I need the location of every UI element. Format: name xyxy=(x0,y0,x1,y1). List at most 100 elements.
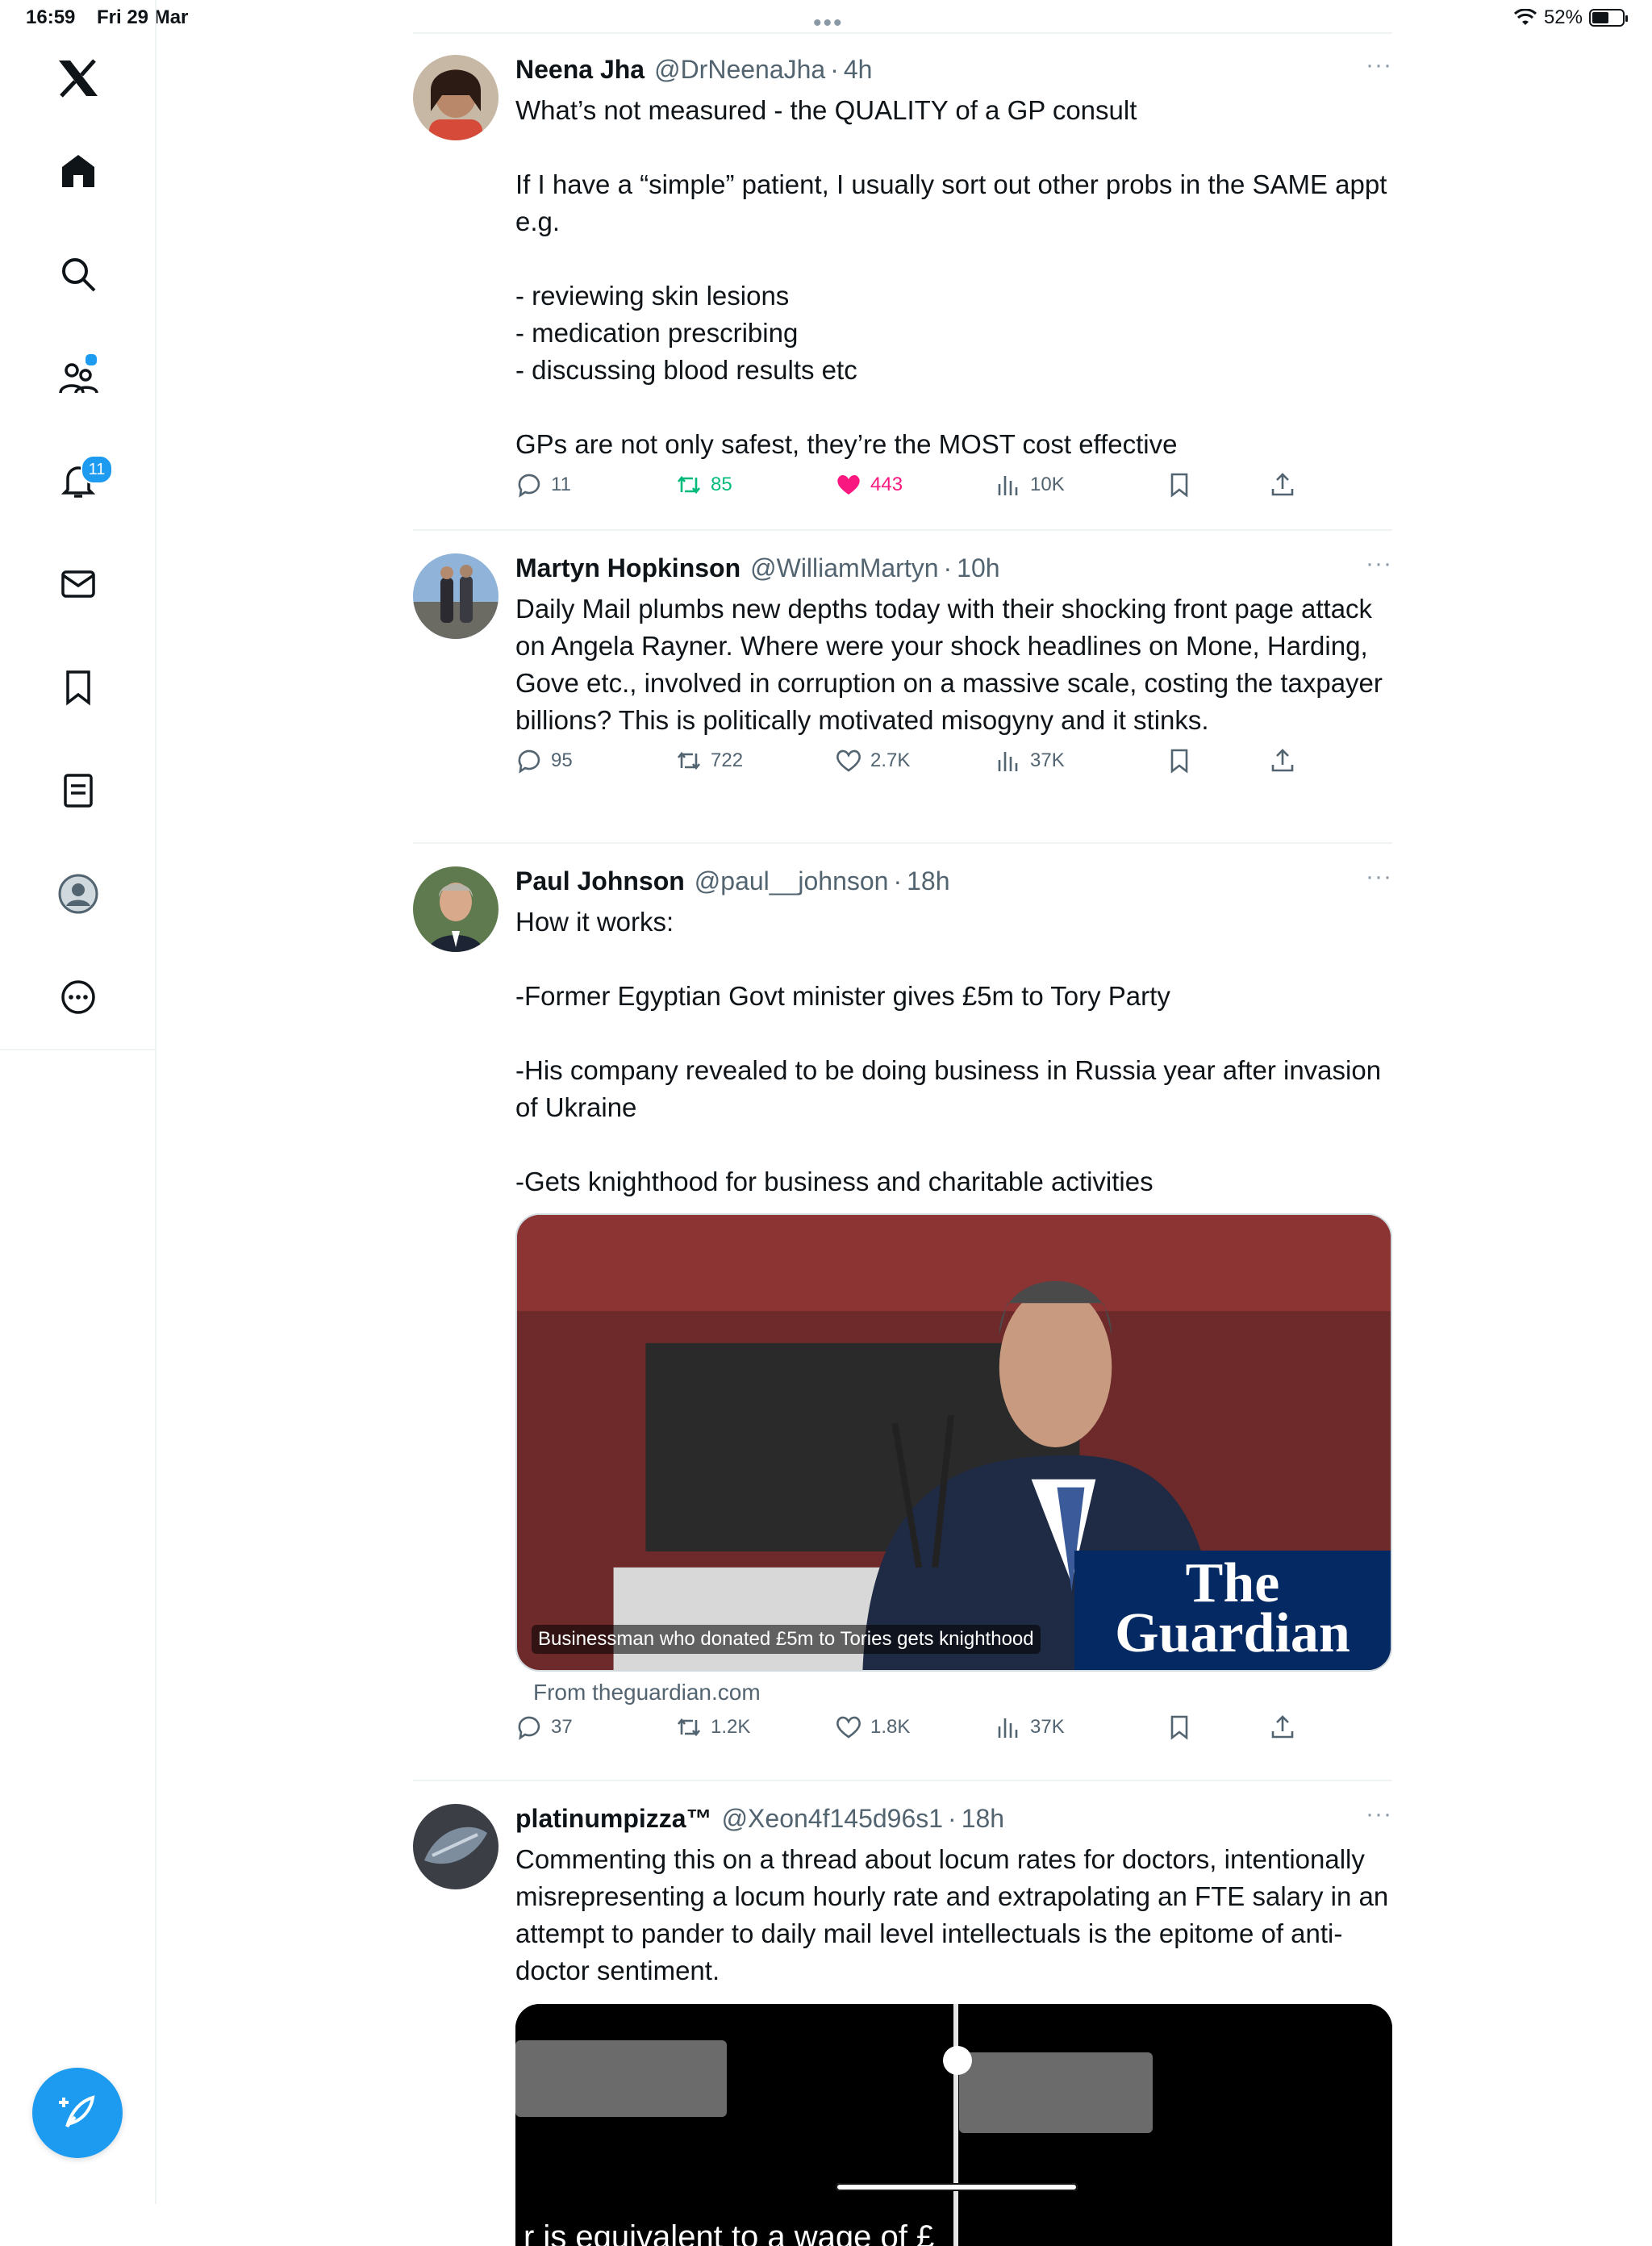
guardian-logo: The Guardian xyxy=(1074,1551,1391,1670)
communities-icon[interactable] xyxy=(46,345,111,410)
communities-dot-badge xyxy=(84,353,98,367)
notifications-badge: 11 xyxy=(81,455,113,484)
retweet-button[interactable]: 85 xyxy=(675,471,732,499)
bookmark-button[interactable] xyxy=(1166,747,1193,774)
feed-divider xyxy=(413,32,1392,34)
tweet-text: What’s not measured - the QUALITY of a G… xyxy=(515,95,1387,459)
logo-line-2: Guardian xyxy=(1115,1602,1350,1664)
retweet-icon xyxy=(677,1718,701,1737)
reply-count: 37 xyxy=(551,1716,573,1738)
card-source[interactable]: From theguardian.com xyxy=(533,1680,1392,1705)
tweet-actions: 95 722 2.7K 37K xyxy=(515,747,1392,783)
mail-icon[interactable] xyxy=(46,552,111,616)
like-button[interactable]: 2.7K xyxy=(835,747,910,774)
author-name[interactable]: platinumpizza™ xyxy=(515,1804,712,1834)
media-image xyxy=(515,2004,1392,2246)
view-count: 10K xyxy=(1030,474,1065,495)
tweet-content: Paul Johnson @paul__johnson · 18h ··· Ho… xyxy=(515,863,1392,1749)
view-count: 37K xyxy=(1030,1716,1065,1738)
home-indicator[interactable] xyxy=(836,2183,1078,2191)
tweet-header: platinumpizza™ @Xeon4f145d96s1 · 18h xyxy=(515,1804,1392,1839)
share-button[interactable] xyxy=(1269,747,1296,774)
tweet-content: platinumpizza™ @Xeon4f145d96s1 · 18h ···… xyxy=(515,1801,1396,2246)
share-icon xyxy=(1271,473,1294,496)
retweet-count: 722 xyxy=(711,749,744,771)
tweet-time[interactable]: 18h xyxy=(962,1804,1004,1834)
sidebar-divider xyxy=(0,1049,155,1050)
feed-divider xyxy=(413,529,1392,531)
bookmark-button[interactable] xyxy=(1166,1714,1193,1741)
home-icon[interactable] xyxy=(46,139,111,203)
author-name[interactable]: Martyn Hopkinson xyxy=(515,553,740,583)
more-options-icon[interactable]: ··· xyxy=(1366,52,1392,79)
list-icon[interactable] xyxy=(46,758,111,823)
tweet-media[interactable]: r is equivalent to a wage of £ xyxy=(515,2004,1392,2246)
reply-button[interactable]: 11 xyxy=(515,471,571,499)
avatar-icon[interactable] xyxy=(46,862,111,926)
share-button[interactable] xyxy=(1269,1714,1296,1741)
separator-dot: · xyxy=(948,1804,957,1833)
tweet-header: Paul Johnson @paul__johnson · 18h xyxy=(515,866,1392,902)
retweet-icon xyxy=(677,475,701,495)
author-handle[interactable]: @DrNeenaJha xyxy=(654,55,825,85)
tweet-avatar[interactable] xyxy=(413,553,499,639)
timeline-feed: Neena Jha @DrNeenaJha · 4h ··· What’s no… xyxy=(413,0,1392,2246)
author-handle[interactable]: @Xeon4f145d96s1 xyxy=(722,1804,943,1834)
reply-button[interactable]: 37 xyxy=(515,1714,573,1741)
tweet-text: How it works: -Former Egyptian Govt mini… xyxy=(515,907,1382,1196)
compose-button[interactable] xyxy=(32,2068,123,2158)
card-caption: Businessman who donated £5m to Tories ge… xyxy=(532,1625,1041,1654)
views-icon xyxy=(998,476,1018,495)
separator-dot: · xyxy=(893,866,903,895)
author-name[interactable]: Paul Johnson xyxy=(515,866,685,896)
more-circle-icon[interactable] xyxy=(46,965,111,1029)
heart-icon xyxy=(836,1716,861,1739)
retweet-count: 85 xyxy=(711,474,732,495)
like-count: 443 xyxy=(870,474,903,495)
author-handle[interactable]: @paul__johnson xyxy=(695,866,889,896)
more-options-icon[interactable]: ··· xyxy=(1366,863,1392,891)
search-icon[interactable] xyxy=(46,242,111,307)
tweet-content: Martyn Hopkinson @WilliamMartyn · 10h ··… xyxy=(515,550,1392,783)
views-button[interactable]: 10K xyxy=(995,471,1065,499)
more-options-icon[interactable]: ··· xyxy=(1366,1801,1392,1828)
tweet-actions: 11 85 443 10K xyxy=(515,471,1392,507)
tweet-time[interactable]: 18h xyxy=(907,866,949,896)
tweet-time[interactable]: 4h xyxy=(844,55,873,85)
tweet-content: Neena Jha @DrNeenaJha · 4h ··· What’s no… xyxy=(515,52,1392,507)
reply-icon xyxy=(518,1716,540,1740)
tweet-header: Neena Jha @DrNeenaJha · 4h xyxy=(515,55,1392,90)
tweet-avatar[interactable] xyxy=(413,866,499,952)
heart-filled-icon xyxy=(837,474,860,495)
battery-percent: 52% xyxy=(1543,6,1583,28)
bookmark-icon xyxy=(1170,749,1188,774)
views-button[interactable]: 37K xyxy=(995,1714,1065,1741)
share-button[interactable] xyxy=(1269,471,1296,499)
bookmark-button[interactable] xyxy=(1166,471,1193,499)
feed-divider xyxy=(413,842,1392,844)
views-button[interactable]: 37K xyxy=(995,747,1065,774)
tweet-time[interactable]: 10h xyxy=(957,553,999,583)
retweet-button[interactable]: 1.2K xyxy=(675,1714,750,1741)
tweet-avatar[interactable] xyxy=(413,55,499,140)
like-count: 1.8K xyxy=(870,1716,911,1738)
bookmark-icon xyxy=(1170,473,1188,498)
retweet-button[interactable]: 722 xyxy=(675,747,743,774)
more-options-icon[interactable]: ··· xyxy=(1366,550,1392,578)
tweet-text: Daily Mail plumbs new depths today with … xyxy=(515,594,1391,735)
link-card[interactable]: Businessman who donated £5m to Tories ge… xyxy=(515,1213,1392,1672)
reply-count: 95 xyxy=(551,749,573,771)
author-name[interactable]: Neena Jha xyxy=(515,55,645,85)
reply-icon xyxy=(518,474,540,498)
separator-dot: · xyxy=(943,553,953,582)
bookmark-icon[interactable] xyxy=(46,655,111,720)
tweet-avatar[interactable] xyxy=(413,1804,499,1889)
author-handle[interactable]: @WilliamMartyn xyxy=(750,553,938,583)
reply-count: 11 xyxy=(551,474,571,495)
like-button[interactable]: 443 xyxy=(835,471,903,499)
wifi-icon xyxy=(1513,9,1537,25)
like-button[interactable]: 1.8K xyxy=(835,1714,910,1741)
tweet-text: Commenting this on a thread about locum … xyxy=(515,1844,1396,1985)
x-logo-icon[interactable] xyxy=(46,46,111,111)
reply-button[interactable]: 95 xyxy=(515,747,573,774)
